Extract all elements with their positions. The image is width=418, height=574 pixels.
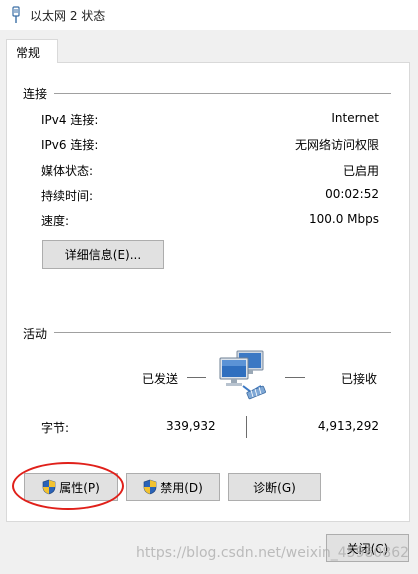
watermark-text: https://blog.csdn.net/weixin_45980862 — [136, 545, 410, 561]
properties-button-label: 属性(P) — [59, 480, 100, 495]
window-title: 以太网 2 状态 — [30, 9, 106, 23]
media-state-label: 媒体状态: — [41, 164, 94, 178]
network-computers-icon — [219, 350, 266, 400]
disable-button-label: 禁用(D) — [160, 480, 203, 495]
diagnose-button[interactable]: 诊断(G) — [228, 473, 321, 501]
properties-button[interactable]: 属性(P) — [24, 473, 118, 501]
sent-label: 已发送 — [142, 372, 179, 386]
ipv4-value: Internet — [331, 111, 379, 125]
duration-value: 00:02:52 — [325, 187, 379, 201]
tab-general-label: 常规 — [16, 46, 41, 60]
bytes-sent-value: 339,932 — [166, 419, 216, 433]
ipv4-label: IPv4 连接: — [41, 113, 99, 127]
speed-label: 速度: — [41, 214, 70, 228]
tab-panel — [6, 62, 410, 522]
bytes-divider — [246, 416, 247, 438]
bytes-label: 字节: — [41, 421, 70, 435]
speed-value: 100.0 Mbps — [308, 212, 379, 226]
duration-label: 持续时间: — [41, 189, 94, 203]
sent-dash — [187, 377, 206, 378]
connection-group-label: 连接 — [23, 87, 48, 101]
ipv6-value: 无网络访问权限 — [294, 138, 379, 152]
activity-group-divider — [54, 332, 391, 333]
media-state-value: 已启用 — [342, 164, 379, 178]
connection-group-divider — [54, 93, 391, 94]
network-adapter-icon — [12, 6, 20, 23]
received-dash — [285, 377, 305, 378]
tab-general[interactable]: 常规 — [6, 39, 58, 63]
uac-shield-icon — [143, 479, 157, 495]
bytes-received-value: 4,913,292 — [317, 419, 379, 433]
ipv6-label: IPv6 连接: — [41, 138, 99, 152]
received-label: 已接收 — [341, 372, 378, 386]
activity-group-label: 活动 — [23, 327, 48, 341]
uac-shield-icon — [42, 479, 56, 495]
disable-button[interactable]: 禁用(D) — [126, 473, 220, 501]
details-button[interactable]: 详细信息(E)... — [42, 240, 164, 269]
